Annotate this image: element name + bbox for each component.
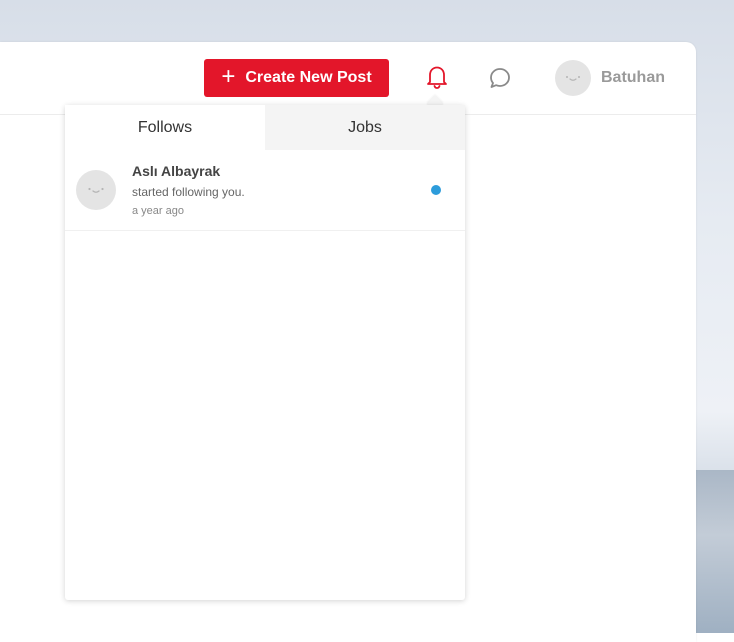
notification-user-name: Aslı Albayrak xyxy=(132,163,221,179)
notifications-dropdown: Follows Jobs Aslı Albayrak started follo… xyxy=(65,105,465,600)
create-new-post-button[interactable]: + Create New Post xyxy=(204,59,389,97)
notification-item[interactable]: Aslı Albayrak started following you. a y… xyxy=(65,150,465,231)
notification-text: started following you. xyxy=(132,185,245,199)
tab-jobs-label: Jobs xyxy=(348,118,382,136)
avatar-placeholder-icon xyxy=(555,60,591,96)
chat-bubble-icon[interactable] xyxy=(488,66,512,90)
tab-follows-label: Follows xyxy=(137,118,193,136)
unread-indicator xyxy=(431,185,441,195)
notifications-tabs: Follows Jobs xyxy=(65,105,465,150)
notification-time: a year ago xyxy=(132,205,184,217)
tab-follows[interactable]: Follows xyxy=(65,105,265,150)
user-name: Batuhan xyxy=(601,69,665,86)
create-new-post-label: Create New Post xyxy=(245,69,372,86)
plus-icon: + xyxy=(221,63,236,90)
bell-icon[interactable] xyxy=(425,64,449,90)
avatar-placeholder-icon xyxy=(76,170,116,210)
tab-jobs[interactable]: Jobs xyxy=(265,105,465,150)
user-menu[interactable]: Batuhan xyxy=(555,60,665,96)
